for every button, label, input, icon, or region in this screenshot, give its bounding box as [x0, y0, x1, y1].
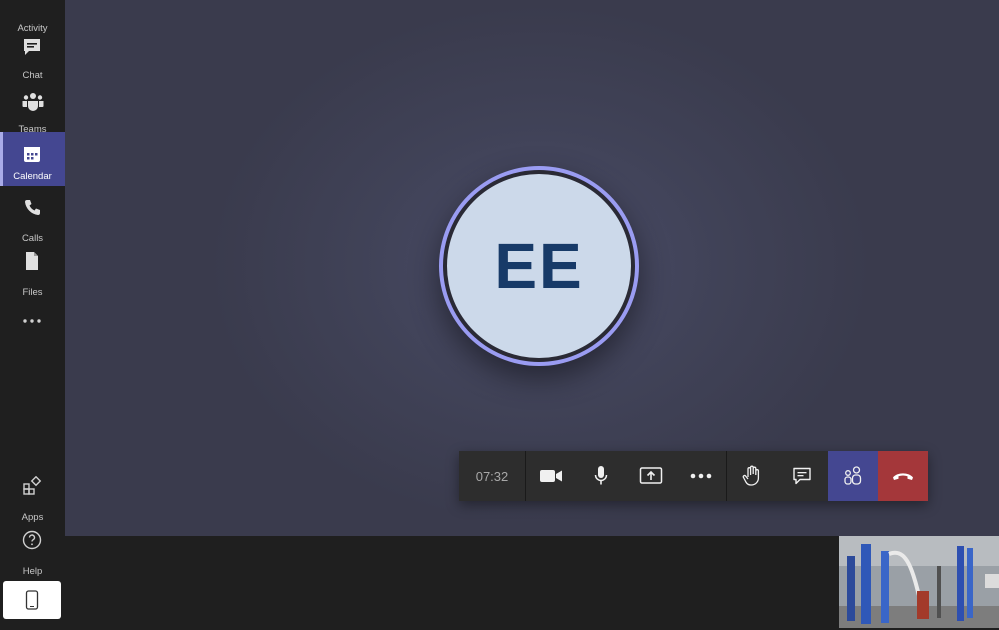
hang-up-icon	[893, 473, 913, 480]
video-camera-icon	[540, 470, 562, 482]
sidebar-item-help[interactable]: Help	[0, 527, 65, 581]
sidebar-item-chat[interactable]: Chat	[0, 31, 65, 85]
sidebar-item-label: Files	[22, 287, 43, 298]
sidebar-item-label: Calls	[21, 233, 44, 244]
file-icon	[26, 252, 38, 270]
self-video-preview[interactable]	[839, 536, 999, 628]
app-sidebar: Activity Chat Teams Calendar Calls Files…	[0, 0, 65, 630]
sidebar-item-calendar[interactable]: Calendar	[0, 132, 65, 186]
call-controls-bar: 07:32	[459, 451, 928, 501]
microphone-button[interactable]	[576, 451, 626, 501]
people-icon	[844, 466, 862, 485]
help-icon	[22, 530, 42, 550]
phone-icon	[25, 200, 40, 215]
video-feed-thumbnail	[839, 536, 999, 628]
apps-icon	[23, 476, 42, 495]
teams-icon	[22, 93, 44, 111]
participant-avatar-ring: EE	[439, 166, 639, 366]
meeting-chat-button[interactable]	[777, 451, 827, 501]
hand-icon	[742, 465, 760, 486]
sidebar-item-label: Help	[22, 566, 43, 577]
sidebar-item-label: Chat	[22, 70, 43, 81]
mobile-device-icon	[25, 590, 39, 610]
chat-icon	[24, 39, 40, 55]
device-button[interactable]	[3, 581, 61, 619]
sidebar-item-label: Calendar	[13, 171, 52, 182]
chat-icon	[793, 467, 811, 485]
sidebar-item-teams[interactable]: Teams	[0, 85, 65, 139]
participant-avatar: EE	[447, 174, 631, 358]
share-screen-button[interactable]	[626, 451, 676, 501]
raise-hand-button[interactable]	[727, 451, 777, 501]
more-horizontal-icon	[23, 319, 41, 323]
share-screen-icon	[639, 467, 663, 484]
calendar-icon	[24, 147, 40, 162]
microphone-icon	[594, 466, 608, 485]
more-actions-button[interactable]	[676, 451, 726, 501]
participants-button[interactable]	[828, 451, 878, 501]
sidebar-item-calls[interactable]: Calls	[0, 194, 65, 248]
sidebar-item-apps[interactable]: Apps	[0, 473, 65, 527]
call-timer: 07:32	[475, 468, 509, 484]
sidebar-item-label: Apps	[21, 512, 44, 523]
camera-button[interactable]	[526, 451, 576, 501]
more-apps-button[interactable]	[0, 310, 65, 332]
more-horizontal-icon	[690, 473, 712, 479]
sidebar-item-files[interactable]: Files	[0, 248, 65, 302]
hang-up-button[interactable]	[878, 451, 928, 501]
